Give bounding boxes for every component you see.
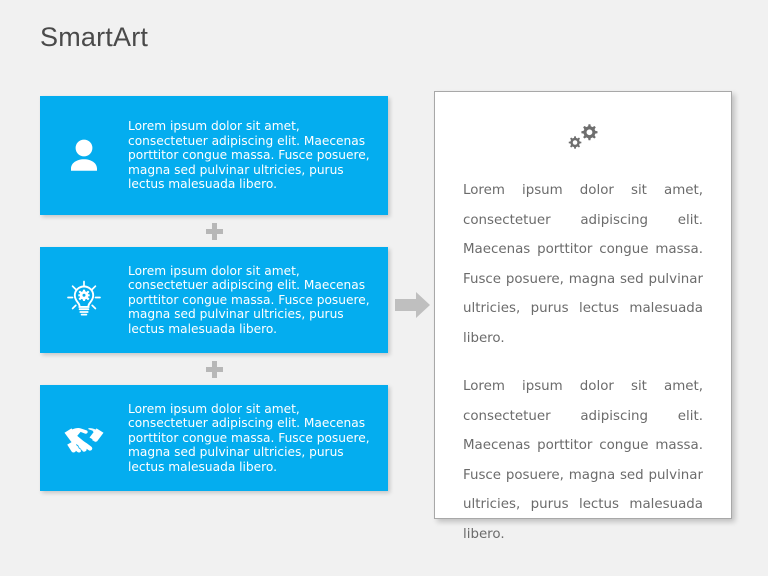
info-card-3-text: Lorem ipsum dolor sit amet, consectetuer… <box>128 401 370 474</box>
smartart-slide: SmartArt Lorem ipsum dolor sit amet, con… <box>0 0 768 576</box>
lightbulb-gear-icon <box>40 279 128 321</box>
gears-icon <box>463 118 703 158</box>
right-arrow-icon <box>395 291 431 319</box>
handshake-icon <box>40 422 128 454</box>
info-card-1[interactable]: Lorem ipsum dolor sit amet, consectetuer… <box>40 96 388 215</box>
page-title: SmartArt <box>40 22 149 52</box>
info-card-3[interactable]: Lorem ipsum dolor sit amet, consectetuer… <box>40 385 388 491</box>
info-card-2[interactable]: Lorem ipsum dolor sit amet, consectetuer… <box>40 247 388 353</box>
info-card-1-text: Lorem ipsum dolor sit amet, consectetuer… <box>128 119 370 192</box>
panel-paragraph-2: Lorem ipsum dolor sit amet, consectetuer… <box>463 379 703 542</box>
plus-icon <box>205 360 223 378</box>
connector-plus-2 <box>40 353 388 385</box>
left-column: Lorem ipsum dolor sit amet, consectetuer… <box>40 96 388 491</box>
summary-panel[interactable]: Lorem ipsum dolor sit amet, consectetuer… <box>434 91 732 542</box>
connector-plus-1 <box>40 215 388 247</box>
plus-icon <box>205 222 223 240</box>
person-icon <box>40 138 128 174</box>
info-card-2-text: Lorem ipsum dolor sit amet, consectetuer… <box>128 263 370 336</box>
panel-paragraph-1: Lorem ipsum dolor sit amet, consectetuer… <box>463 183 703 346</box>
